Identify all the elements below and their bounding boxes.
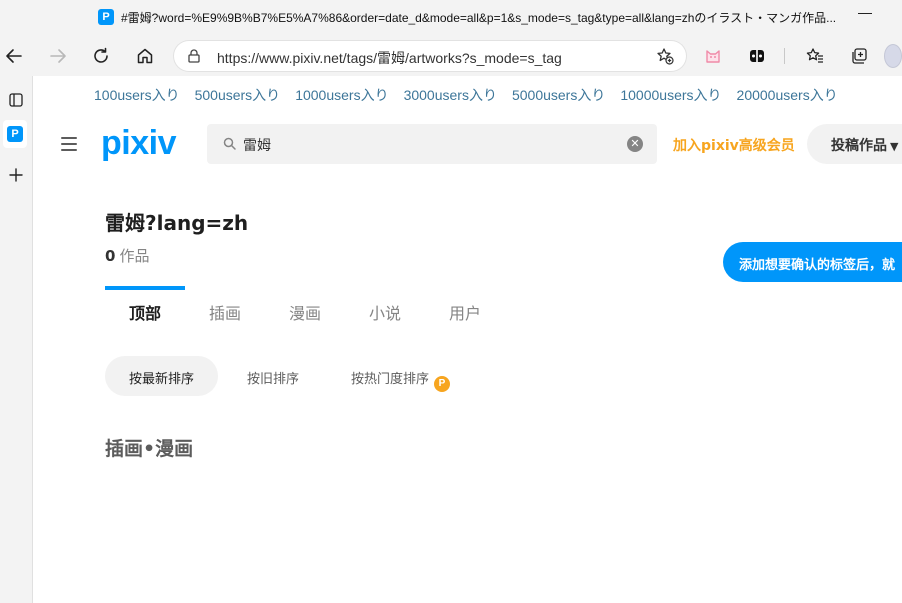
pixiv-tab[interactable]: P	[3, 120, 27, 148]
users-link-10000[interactable]: 10000users入り	[620, 85, 721, 105]
pixiv-logo[interactable]: pixiv	[101, 123, 176, 163]
tab-top[interactable]: 顶部	[105, 286, 185, 330]
post-artwork-label: 投稿作品	[831, 138, 887, 154]
site-info-lock-icon	[188, 49, 200, 63]
sort-popular-label: 按热门度排序	[351, 372, 430, 387]
home-icon	[137, 48, 153, 64]
sort-popular-button[interactable]: 按热门度排序 P	[351, 356, 451, 396]
new-tab-icon	[9, 168, 23, 182]
search-value: 雷姆	[243, 138, 271, 154]
pixiv-tab-icon: P	[7, 126, 23, 142]
add-favorite-icon[interactable]	[656, 47, 674, 65]
users-link-5000[interactable]: 5000users入り	[512, 85, 605, 105]
toolbar-divider	[784, 48, 785, 64]
tab-illustrations[interactable]: 插画	[209, 286, 241, 330]
tab-manga[interactable]: 漫画	[289, 286, 321, 330]
chevron-down-icon: ▼	[890, 140, 899, 153]
address-bar[interactable]: https://www.pixiv.net/tags/雷姆/artworks?s…	[174, 41, 686, 71]
tab-actions-icon	[9, 93, 23, 107]
url-text: https://www.pixiv.net/tags/雷姆/artworks?s…	[217, 50, 562, 66]
premium-badge-icon: P	[434, 376, 451, 392]
collections-icon	[852, 48, 867, 64]
vertical-tabs-rail: P	[0, 76, 33, 603]
artwork-count: 0 作品	[105, 245, 149, 266]
tab-novels[interactable]: 小说	[369, 286, 401, 330]
home-button[interactable]	[131, 42, 159, 70]
sort-newest-button[interactable]: 按最新排序	[105, 356, 219, 396]
premium-link[interactable]: 加入pixiv高级会员	[673, 135, 795, 155]
avatar	[884, 44, 902, 68]
search-input[interactable]: 雷姆 ✕	[207, 124, 657, 164]
pixiv-favicon-icon: P	[98, 9, 114, 25]
section-title: 插画•漫画	[105, 438, 194, 460]
extension-button[interactable]	[743, 42, 771, 70]
cat-extension-icon	[706, 50, 720, 63]
users-link-20000[interactable]: 20000users入り	[737, 85, 838, 105]
profile-button[interactable]	[884, 42, 902, 70]
favorites-icon	[806, 48, 823, 63]
minimize-button[interactable]	[858, 4, 872, 14]
users-link-1000[interactable]: 1000users入り	[295, 85, 388, 105]
sort-oldest-button[interactable]: 按旧排序	[247, 356, 299, 396]
users-link-3000[interactable]: 3000users入り	[404, 85, 497, 105]
new-tab-button[interactable]	[0, 161, 32, 189]
favorites-button[interactable]	[801, 42, 829, 70]
tag-title: 雷姆?lang=zh	[105, 211, 249, 235]
search-icon	[223, 137, 236, 150]
back-button[interactable]	[0, 42, 28, 70]
hamburger-menu-icon[interactable]	[59, 136, 79, 152]
extension-icon	[750, 50, 764, 62]
forward-button[interactable]	[44, 42, 72, 70]
collections-button[interactable]	[845, 42, 873, 70]
clear-search-icon[interactable]: ✕	[627, 136, 643, 152]
artwork-count-label: 作品	[119, 247, 150, 265]
browser-toolbar: https://www.pixiv.net/tags/雷姆/artworks?s…	[0, 36, 902, 76]
back-icon	[6, 49, 22, 63]
cat-extension-button[interactable]	[699, 42, 727, 70]
tab-actions-button[interactable]	[0, 86, 32, 114]
add-tag-banner-button[interactable]: 添加想要确认的标签后，就	[723, 242, 902, 282]
users-link-500[interactable]: 500users入り	[195, 85, 281, 105]
popular-tags-bar: 100users入り 500users入り 1000users入り 3000us…	[94, 85, 838, 105]
artwork-count-value: 0	[105, 247, 116, 265]
title-bar: P #雷姆?word=%E9%9B%B7%E5%A7%86&order=date…	[0, 0, 902, 36]
pixiv-page: 100users入り 500users入り 1000users入り 3000us…	[33, 76, 902, 603]
window-title: #雷姆?word=%E9%9B%B7%E5%A7%86&order=date_d…	[121, 11, 837, 25]
users-link-100[interactable]: 100users入り	[94, 85, 180, 105]
tab-users[interactable]: 用户	[449, 286, 481, 330]
refresh-icon	[94, 47, 108, 63]
content-tabs: 顶部 插画 漫画 小说 用户	[105, 286, 525, 330]
refresh-button[interactable]	[87, 42, 115, 70]
forward-icon	[50, 49, 66, 63]
post-artwork-button[interactable]: 投稿作品 ▼	[807, 124, 902, 164]
